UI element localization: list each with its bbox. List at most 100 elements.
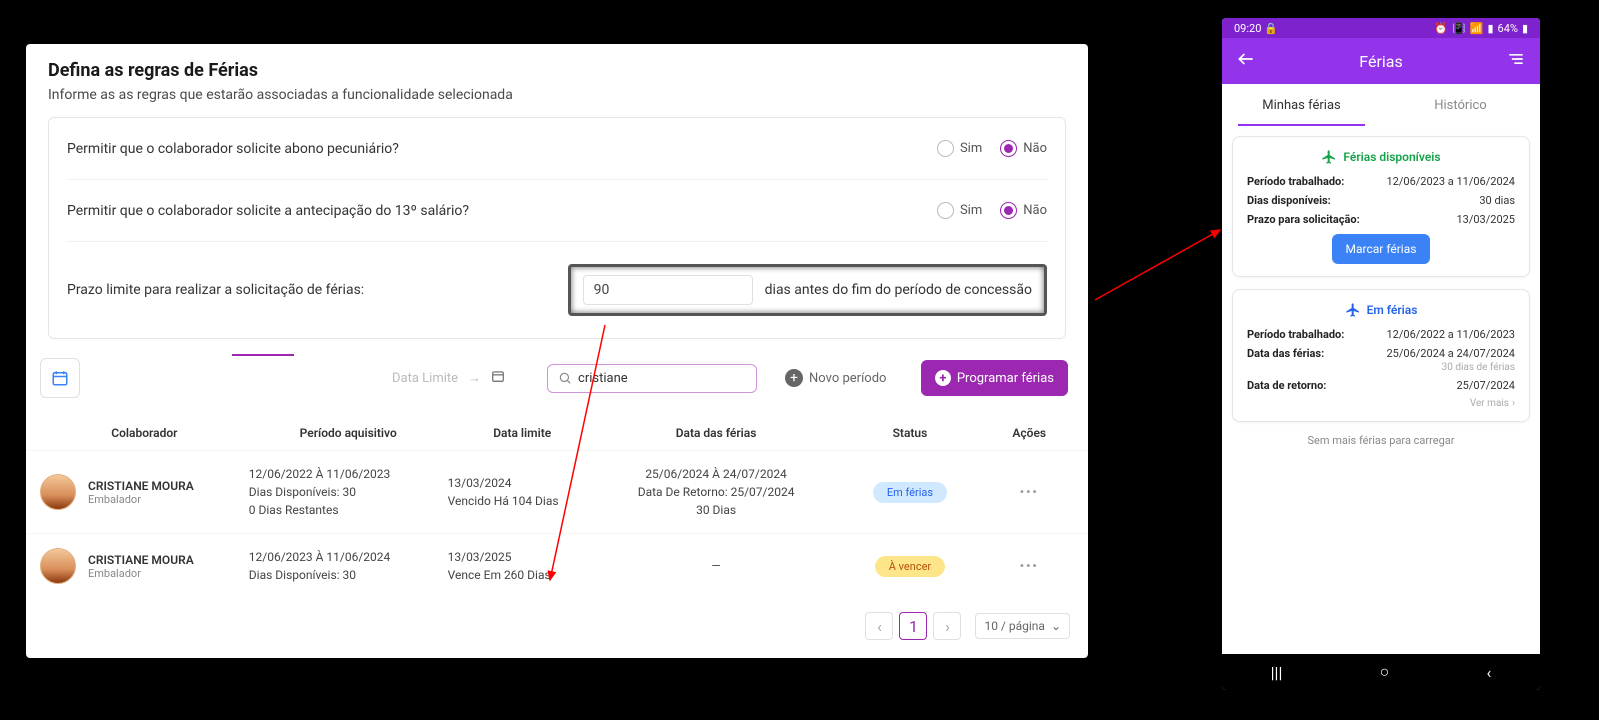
- program-vacation-button[interactable]: + Programar férias: [921, 360, 1068, 396]
- row-actions-button[interactable]: •••: [985, 485, 1074, 499]
- rule-abono-yes[interactable]: Sim: [937, 140, 982, 157]
- radio-label-nao: Não: [1023, 141, 1047, 156]
- rule-deadline-label: Prazo limite para realizar a solicitação…: [67, 282, 364, 298]
- appbar-title: Férias: [1359, 52, 1402, 71]
- card-title-disponiveis: Férias disponíveis: [1247, 149, 1515, 165]
- kv-dias-label: Dias disponíveis:: [1247, 194, 1331, 207]
- calendar-icon: [51, 369, 69, 387]
- menu-button[interactable]: [1506, 49, 1526, 73]
- th-limite: Data limite: [448, 426, 597, 440]
- kv-ferias-sub: 30 dias de férias: [1442, 362, 1515, 373]
- nav-home-icon[interactable]: ○: [1380, 662, 1390, 682]
- kv-retorno-value: 25/07/2024: [1456, 379, 1515, 392]
- status-badge: Em férias: [873, 482, 947, 503]
- tab-historico[interactable]: Histórico: [1381, 84, 1540, 126]
- colab-role: Embalador: [88, 567, 194, 580]
- rules-title: Defina as regras de Férias: [48, 60, 1066, 81]
- chevron-down-icon: ⌄: [1051, 619, 1061, 633]
- wifi-icon: 📶: [1470, 22, 1484, 35]
- rules-subtitle: Informe as as regras que estarão associa…: [48, 87, 1066, 103]
- row-actions-button[interactable]: •••: [985, 559, 1074, 573]
- calendar-icon: [491, 369, 505, 387]
- nav-recent-icon[interactable]: |||: [1271, 663, 1283, 682]
- android-nav-bar: ||| ○ ‹: [1222, 654, 1540, 690]
- avatar: [40, 548, 76, 584]
- th-colaborador: Colaborador: [40, 426, 249, 440]
- program-vacation-label: Programar férias: [957, 371, 1054, 386]
- plane-icon: [1321, 149, 1337, 165]
- kv-periodo-value: 12/06/2023 a 11/06/2024: [1386, 175, 1515, 188]
- vibrate-icon: 📳: [1452, 22, 1466, 35]
- sort-icon: [1506, 49, 1526, 69]
- tab-minhas-ferias[interactable]: Minhas férias: [1222, 84, 1381, 126]
- table-row: CRISTIANE MOURA Embalador 12/06/2023 À 1…: [26, 533, 1088, 598]
- th-acoes: Ações: [985, 426, 1074, 440]
- kv-ferias-label: Data das férias:: [1247, 347, 1324, 373]
- radio-label-nao: Não: [1023, 203, 1047, 218]
- marcar-ferias-button[interactable]: Marcar férias: [1332, 234, 1431, 264]
- ferias-retorno: Data De Retorno: 25/07/2024: [597, 483, 836, 501]
- ver-mais-button[interactable]: Ver mais›: [1247, 398, 1515, 409]
- search-input[interactable]: [578, 371, 746, 386]
- periodo-dias: Dias Disponíveis: 30: [249, 566, 448, 584]
- limite-date: 13/03/2024: [448, 474, 597, 492]
- page-size-select[interactable]: 10 / página ⌄: [975, 613, 1070, 639]
- radio-label-sim: Sim: [960, 203, 982, 218]
- table-row: CRISTIANE MOURA Embalador 12/06/2022 À 1…: [26, 450, 1088, 533]
- page-prev-button[interactable]: ‹: [865, 612, 893, 640]
- arrow-left-icon: [1236, 49, 1256, 69]
- annotation-arrow: [1090, 220, 1230, 310]
- alarm-icon: ⏰: [1434, 22, 1448, 35]
- kv-prazo-label: Prazo para solicitação:: [1247, 213, 1360, 226]
- status-time: 09:20: [1234, 22, 1261, 35]
- th-status: Status: [835, 426, 984, 440]
- avatar: [40, 474, 76, 510]
- back-button[interactable]: [1236, 49, 1256, 73]
- deadline-input[interactable]: [583, 275, 753, 305]
- colab-name: CRISTIANE MOURA: [88, 553, 194, 567]
- kv-prazo-value: 13/03/2025: [1456, 213, 1515, 226]
- limite-date: 13/03/2025: [448, 548, 597, 566]
- ferias-range: 25/06/2024 À 24/07/2024: [597, 465, 836, 483]
- calendar-view-button[interactable]: [40, 358, 80, 398]
- chevron-right-icon: ›: [1512, 398, 1515, 409]
- page-number-button[interactable]: 1: [899, 612, 927, 640]
- battery-icon: ▮: [1522, 22, 1528, 35]
- kv-periodo-label: Período trabalhado:: [1247, 175, 1344, 188]
- date-range-filter[interactable]: Data Limite →: [392, 369, 505, 387]
- ferias-dias: 30 Dias: [597, 501, 836, 519]
- plus-icon: +: [785, 369, 803, 387]
- rule-13-label: Permitir que o colaborador solicite a an…: [67, 203, 469, 219]
- nav-back-icon[interactable]: ‹: [1487, 663, 1492, 682]
- page-size-label: 10 / página: [984, 619, 1044, 633]
- rule-13-no[interactable]: Não: [1000, 202, 1047, 219]
- status-badge: À vencer: [875, 556, 945, 577]
- new-period-button[interactable]: + Novo período: [785, 369, 886, 387]
- th-periodo: Período aquisitivo: [249, 426, 448, 440]
- ferias-range: —: [597, 557, 836, 575]
- deadline-suffix: dias antes do fim do período de concessã…: [765, 282, 1032, 298]
- limite-status: Vencido Há 104 Dias: [448, 492, 597, 510]
- android-status-bar: 09:20 🔒 ⏰ 📳 📶 ▮ 64% ▮: [1222, 18, 1540, 38]
- kv-ferias-value: 25/06/2024 a 24/07/2024: [1386, 347, 1515, 360]
- th-ferias: Data das férias: [597, 426, 836, 440]
- kv-periodo-value: 12/06/2022 a 11/06/2023: [1386, 328, 1515, 341]
- search-field-wrap[interactable]: [547, 364, 757, 393]
- rule-abono-no[interactable]: Não: [1000, 140, 1047, 157]
- date-range-arrow: →: [468, 370, 481, 386]
- limite-status: Vence Em 260 Dias: [448, 566, 597, 584]
- periodo-range: 12/06/2023 À 11/06/2024: [249, 548, 448, 566]
- colab-role: Embalador: [88, 493, 194, 506]
- rule-13-yes[interactable]: Sim: [937, 202, 982, 219]
- battery-text: 64%: [1498, 22, 1518, 35]
- date-range-placeholder: Data Limite: [392, 371, 458, 386]
- deadline-highlight-box: dias antes do fim do período de concessã…: [568, 264, 1047, 316]
- rule-abono-label: Permitir que o colaborador solicite abon…: [67, 141, 399, 157]
- new-period-label: Novo período: [809, 371, 886, 386]
- lock-icon: 🔒: [1264, 22, 1278, 35]
- card-title-em-ferias: Em férias: [1247, 302, 1515, 318]
- signal-icon: ▮: [1487, 22, 1493, 35]
- page-next-button[interactable]: ›: [933, 612, 961, 640]
- no-more-label: Sem mais férias para carregar: [1232, 434, 1530, 447]
- periodo-restantes: 0 Dias Restantes: [249, 501, 448, 519]
